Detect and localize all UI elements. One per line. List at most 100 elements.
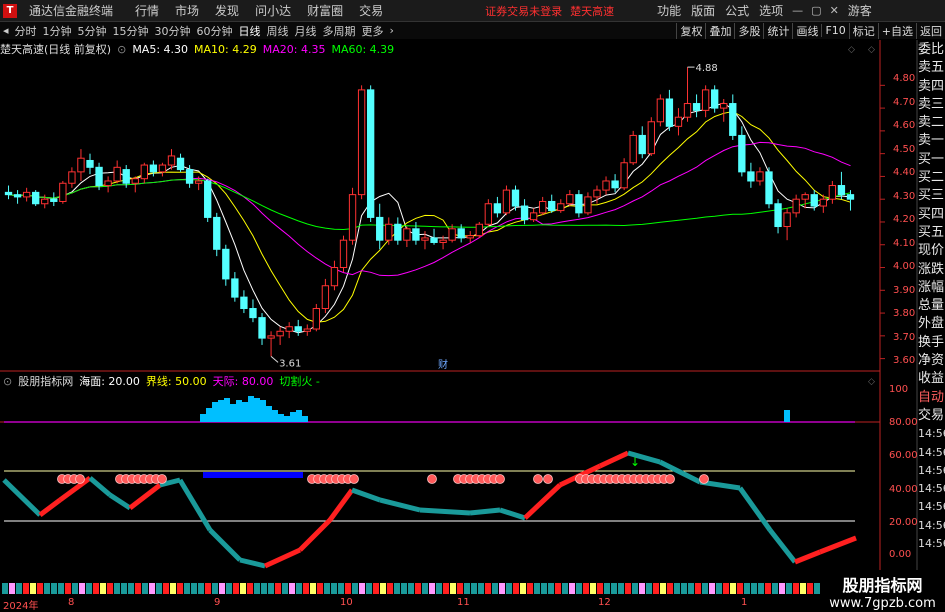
- signal-strip-cell: [513, 583, 519, 594]
- candle-body: [593, 189, 601, 198]
- volume-bar: [224, 398, 230, 422]
- oscillator-segment: [88, 476, 112, 497]
- side-item[interactable]: 卖二: [918, 114, 945, 132]
- signal-strip-cell: [352, 583, 358, 594]
- candle-body: [493, 203, 502, 214]
- signal-strip-cell: [177, 583, 183, 594]
- side-item[interactable]: 收益: [918, 370, 945, 388]
- candle-body: [50, 198, 58, 202]
- candle-body: [638, 134, 646, 155]
- candle-body: [13, 194, 22, 198]
- candle-body: [801, 194, 809, 200]
- signal-strip-cell: [604, 583, 610, 594]
- candle-body: [294, 326, 302, 332]
- signal-strip-cell: [443, 583, 449, 594]
- axis-label: 60.00: [889, 450, 918, 461]
- signal-ball: [157, 474, 167, 484]
- candle-body: [385, 223, 393, 241]
- signal-strip-cell: [751, 583, 757, 594]
- candle-body: [792, 198, 800, 214]
- candle-body: [529, 212, 538, 221]
- settings-icon[interactable]: ⊙: [117, 43, 126, 56]
- candle-body: [267, 335, 275, 339]
- signal-strip-cell: [296, 583, 302, 594]
- candle-body: [466, 235, 474, 239]
- signal-strip-cell: [597, 583, 603, 594]
- oscillator-segment: [327, 488, 355, 522]
- signal-strip-cell: [380, 583, 386, 594]
- candle-body: [774, 203, 782, 228]
- side-item[interactable]: 卖三: [918, 96, 945, 114]
- side-item[interactable]: 换手: [918, 334, 945, 352]
- side-item[interactable]: 净资: [918, 352, 945, 370]
- side-item[interactable]: 买四: [918, 206, 945, 224]
- signal-strip-cell: [2, 583, 8, 594]
- signal-strip-cell: [499, 583, 505, 594]
- signal-strip-cell: [660, 583, 666, 594]
- signal-strip-cell: [128, 583, 134, 594]
- candle-body: [167, 155, 176, 166]
- side-item[interactable]: 总量: [918, 297, 945, 315]
- signal-strip-cell: [191, 583, 197, 594]
- candle-body: [176, 157, 185, 171]
- signal-strip-cell: [562, 583, 568, 594]
- side-item[interactable]: 涨跌: [918, 261, 945, 279]
- candle-body: [348, 194, 357, 241]
- candle-body: [729, 103, 737, 136]
- axis-label: 80.00: [889, 417, 918, 428]
- axis-label: 100: [889, 384, 909, 395]
- signal-strip-cell: [261, 583, 267, 594]
- axis-label: 3.80: [893, 308, 916, 319]
- side-item[interactable]: 买三: [918, 187, 945, 205]
- side-item[interactable]: 卖四: [918, 78, 945, 96]
- oscillator-segment: [523, 483, 562, 520]
- side-item[interactable]: 委比: [918, 41, 945, 59]
- side-item[interactable]: 涨幅: [918, 279, 945, 297]
- volume-bar: [254, 398, 260, 422]
- signal-strip-cell: [576, 583, 582, 594]
- side-item[interactable]: 买五: [918, 224, 945, 242]
- side-item[interactable]: 卖五: [918, 59, 945, 77]
- signal-strip-cell: [184, 583, 190, 594]
- indicator-settings-icon[interactable]: ⊙: [3, 375, 12, 388]
- candle-body: [240, 296, 248, 310]
- finance-marker[interactable]: 财: [438, 358, 448, 371]
- signal-strip-cell: [65, 583, 71, 594]
- side-item[interactable]: 卖一: [918, 132, 945, 150]
- zoom-icon: ◇: [868, 45, 875, 55]
- indicator-header: ⊙ 股朋指标网 海面: 20.00 界线: 50.00 天际: 80.00 切割…: [0, 373, 326, 389]
- candle-body: [41, 198, 49, 205]
- signal-strip-cell: [758, 583, 764, 594]
- trade-item[interactable]: 交易: [918, 407, 945, 425]
- candle-body: [330, 267, 339, 287]
- side-item[interactable]: 现价: [918, 242, 945, 260]
- volume-bar: [290, 412, 296, 422]
- candle-body: [131, 178, 139, 184]
- date-label: 12: [598, 597, 611, 608]
- axis-label: 40.00: [889, 484, 918, 495]
- time-cell: 14:56: [918, 482, 945, 496]
- candle-body: [665, 98, 674, 127]
- signal-strip-cell: [317, 583, 323, 594]
- kline-chart[interactable]: ◇ ◇ ◇ ↓ 4.88 3.61 财: [0, 0, 945, 609]
- side-item[interactable]: 买一: [918, 151, 945, 169]
- signal-strip-cell: [457, 583, 463, 594]
- candle-body: [321, 285, 330, 310]
- volume-bar: [200, 414, 206, 422]
- signal-strip-cell: [709, 583, 715, 594]
- signal-ball: [349, 474, 359, 484]
- candle-body: [194, 180, 203, 184]
- auto-trade-item[interactable]: 自动: [918, 389, 945, 407]
- candle-body: [303, 328, 311, 332]
- candle-body: [339, 239, 348, 269]
- signal-strip-cell: [247, 583, 253, 594]
- ma10-line: [8, 110, 851, 323]
- candle-body: [394, 223, 402, 241]
- candle-body: [692, 103, 701, 111]
- side-item[interactable]: 外盘: [918, 315, 945, 333]
- signal-ball: [533, 474, 543, 484]
- signal-strip-cell: [373, 583, 379, 594]
- oscillator-segment: [598, 450, 630, 469]
- side-item[interactable]: 买二: [918, 169, 945, 187]
- volume-bar: [784, 410, 790, 422]
